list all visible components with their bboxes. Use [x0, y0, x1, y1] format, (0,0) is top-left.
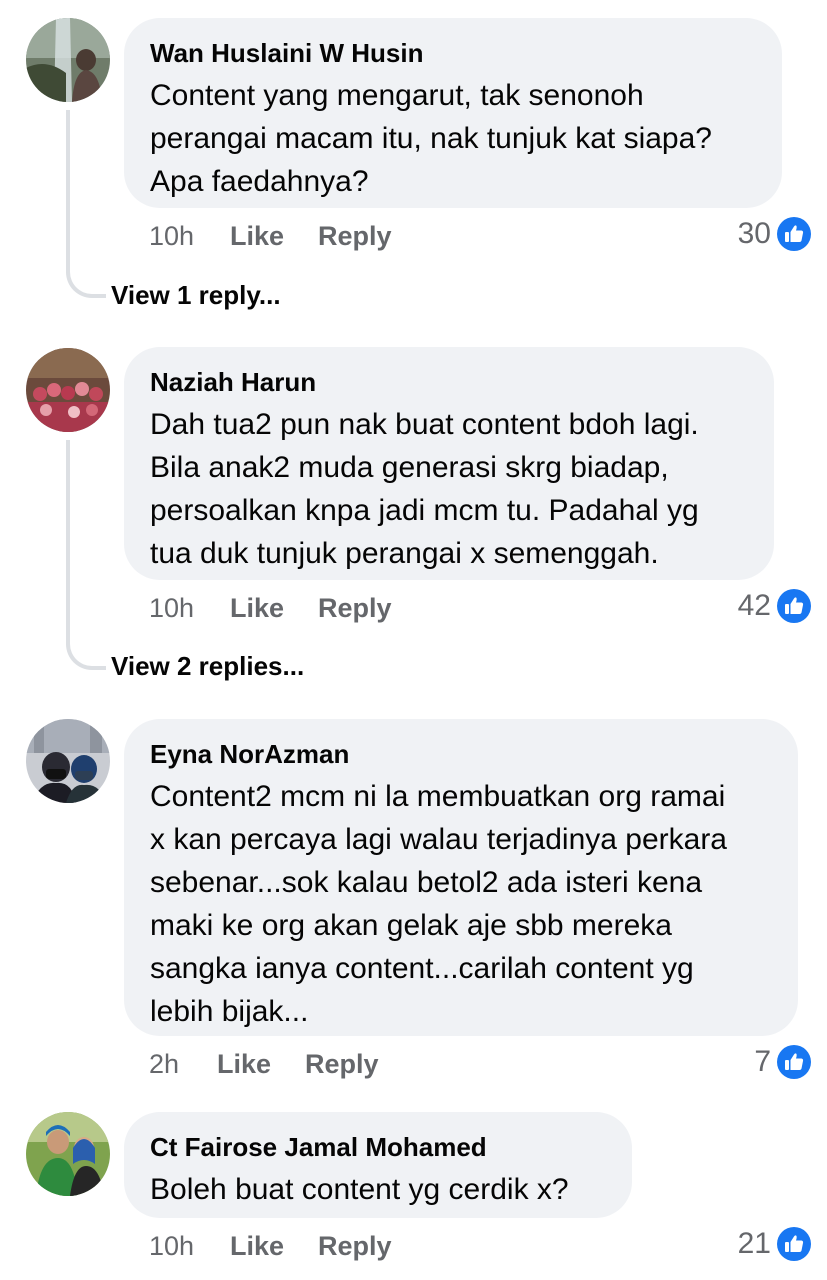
like-button[interactable]: Like	[230, 218, 284, 254]
comment-author[interactable]: Naziah Harun	[150, 367, 748, 397]
reaction-count: 21	[737, 1227, 771, 1260]
reply-button[interactable]: Reply	[318, 1228, 392, 1264]
reaction-summary[interactable]: 21	[738, 1224, 811, 1264]
comment-timestamp[interactable]: 10h	[149, 218, 194, 254]
comment-bubble: Wan Huslaini W Husin Content yang mengar…	[124, 18, 782, 208]
comment-text: Content yang mengarut, tak senonoh peran…	[150, 79, 712, 198]
comment-actions: 2h Like Reply 7	[149, 1045, 819, 1082]
comment-actions: 10h Like Reply 21	[149, 1227, 819, 1264]
like-button[interactable]: Like	[230, 590, 284, 626]
like-reaction-icon	[777, 1045, 811, 1079]
reaction-summary[interactable]: 30	[738, 214, 811, 254]
comment-author[interactable]: Eyna NorAzman	[150, 739, 772, 769]
comment-feed: Wan Huslaini W Husin Content yang mengar…	[0, 0, 827, 1280]
view-replies-link[interactable]: View 1 reply...	[111, 279, 281, 311]
reaction-summary[interactable]: 42	[738, 586, 811, 626]
reaction-count: 7	[754, 1045, 771, 1078]
avatar[interactable]	[26, 719, 110, 803]
reaction-count: 42	[737, 589, 771, 622]
comment-author[interactable]: Ct Fairose Jamal Mohamed	[150, 1132, 606, 1162]
reply-thread-line	[66, 110, 106, 298]
like-button[interactable]: Like	[230, 1228, 284, 1264]
view-replies-link[interactable]: View 2 replies...	[111, 650, 304, 682]
comment-text: Boleh buat content yg cerdik x?	[150, 1173, 569, 1206]
comment-text: Content2 mcm ni la membuatkan org ramai …	[150, 780, 727, 1028]
reaction-count: 30	[737, 217, 771, 250]
comment-bubble: Naziah Harun Dah tua2 pun nak buat conte…	[124, 347, 774, 580]
reaction-summary[interactable]: 7	[754, 1042, 811, 1082]
comment-text: Dah tua2 pun nak buat content bdoh lagi.…	[150, 408, 699, 570]
like-reaction-icon	[777, 217, 811, 251]
avatar[interactable]	[26, 348, 110, 432]
avatar[interactable]	[26, 1112, 110, 1196]
like-reaction-icon	[777, 589, 811, 623]
reply-button[interactable]: Reply	[318, 218, 392, 254]
reply-button[interactable]: Reply	[318, 590, 392, 626]
comment-bubble: Eyna NorAzman Content2 mcm ni la membuat…	[124, 719, 798, 1036]
reply-thread-line	[66, 440, 106, 670]
comment-timestamp[interactable]: 10h	[149, 590, 194, 626]
comment-actions: 10h Like Reply 42	[149, 589, 819, 626]
comment-actions: 10h Like Reply 30	[149, 217, 819, 254]
like-button[interactable]: Like	[217, 1046, 271, 1082]
comment-timestamp[interactable]: 10h	[149, 1228, 194, 1264]
avatar[interactable]	[26, 18, 110, 102]
comment-timestamp[interactable]: 2h	[149, 1046, 179, 1082]
comment-bubble: Ct Fairose Jamal Mohamed Boleh buat cont…	[124, 1112, 632, 1218]
reply-button[interactable]: Reply	[305, 1046, 379, 1082]
comment-author[interactable]: Wan Huslaini W Husin	[150, 38, 756, 68]
like-reaction-icon	[777, 1227, 811, 1261]
